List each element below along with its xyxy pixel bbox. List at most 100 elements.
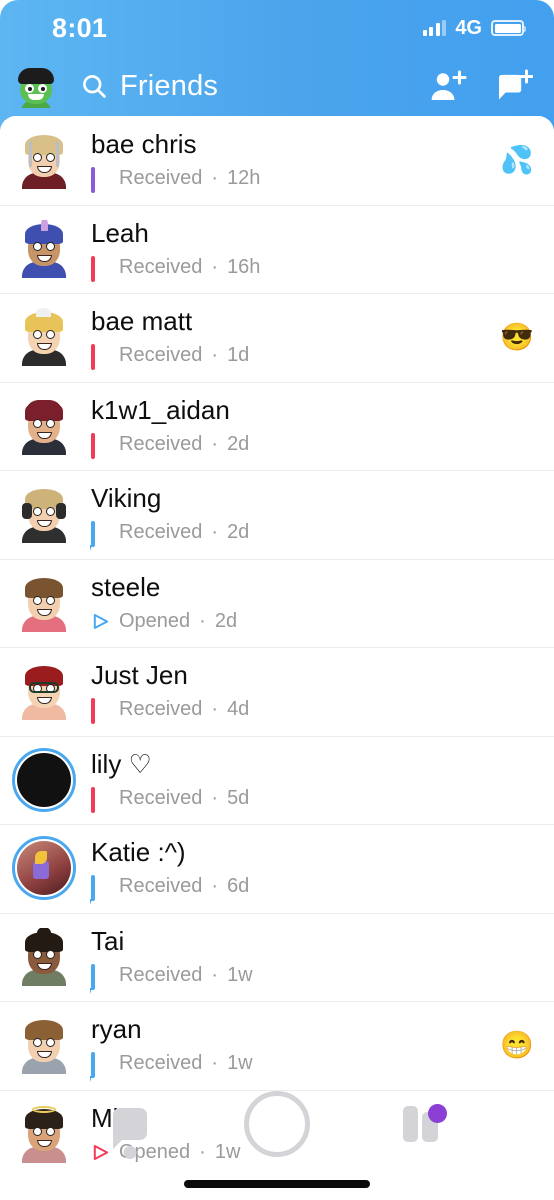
friend-avatar[interactable]: [10, 1100, 78, 1168]
square-outline-icon: [91, 255, 110, 282]
friend-row-text: k1w1_aidan Received · 2d: [91, 396, 534, 459]
home-indicator: [184, 1180, 370, 1188]
friend-status-label: Received: [119, 344, 203, 367]
status-separator: ·: [211, 521, 219, 544]
friend-row[interactable]: steele Opened · 2d: [0, 558, 554, 647]
bitmoji-face: [15, 485, 73, 544]
friend-status-label: Received: [119, 698, 203, 721]
header-actions: [428, 66, 534, 106]
cellular-bars-icon: [422, 20, 447, 36]
friend-status-label: Opened: [119, 609, 191, 632]
friend-status-label: Received: [119, 255, 203, 278]
friend-row[interactable]: Just Jen Received · 4d: [0, 647, 554, 736]
friend-row[interactable]: bae chris Received · 12h 💦: [0, 116, 554, 205]
friend-avatar[interactable]: [10, 303, 78, 371]
battery-full-icon: [491, 20, 526, 36]
snapchat-friends-screen: 8:01 4G Friends bae chris Received · 12h…: [0, 0, 554, 1200]
friend-avatar[interactable]: [10, 834, 78, 902]
sunglasses-face-emoji: 😎: [500, 321, 534, 352]
friend-row[interactable]: bae matt Received · 1d 😎: [0, 293, 554, 382]
square-outline-icon: [91, 432, 110, 459]
friend-avatar[interactable]: [10, 480, 78, 548]
friend-status-label: Received: [119, 786, 203, 809]
friend-status-line: Received · 1d: [91, 344, 490, 371]
friend-row[interactable]: Mike Opened · 1w: [0, 1089, 554, 1178]
status-separator: ·: [211, 167, 219, 190]
bitmoji-face: [15, 662, 73, 721]
friend-name: ryan: [91, 1015, 142, 1045]
status-separator: ·: [211, 875, 219, 898]
friend-status-line: Received · 4d: [91, 698, 534, 725]
friend-status-line: Received · 16h: [91, 255, 534, 282]
friend-status-line: Opened · 2d: [91, 610, 534, 633]
friend-name: steele: [91, 572, 161, 602]
friend-row-text: Tai Received · 1w: [91, 927, 534, 990]
app-header: Friends: [0, 56, 554, 116]
friend-avatar[interactable]: [10, 657, 78, 725]
sweat-droplets-emoji: 💦: [500, 144, 534, 175]
friend-row-text: Katie :^) Received · 6d: [91, 838, 534, 902]
friend-timestamp: 2d: [214, 609, 238, 632]
friend-row[interactable]: Viking Received · 2d: [0, 470, 554, 559]
friend-avatar[interactable]: [10, 746, 78, 814]
friend-status-line: Received · 2d: [91, 521, 534, 548]
friend-status-line: Received · 1w: [91, 963, 534, 990]
search-icon[interactable]: [80, 72, 108, 100]
bitmoji-face: [17, 841, 71, 896]
chat-bubble-outline-icon: [91, 963, 110, 990]
add-friend-icon[interactable]: [428, 66, 468, 106]
friend-timestamp: 2d: [227, 432, 250, 455]
status-separator: ·: [211, 432, 219, 455]
friend-timestamp: 1d: [227, 344, 250, 367]
square-outline-icon: [91, 786, 110, 813]
friend-name: lily ♡: [91, 749, 152, 779]
chat-bubble-outline-icon: [91, 875, 110, 902]
friends-list[interactable]: bae chris Received · 12h 💦 Leah Received · 16h ba…: [0, 116, 554, 1200]
friend-status-line: Received · 2d: [91, 432, 534, 459]
square-outline-icon: [91, 167, 110, 194]
friend-avatar[interactable]: [10, 923, 78, 991]
bitmoji-face: [15, 1105, 73, 1163]
bitmoji-face: [15, 397, 73, 455]
status-separator: ·: [211, 255, 219, 278]
friend-avatar[interactable]: [10, 126, 78, 194]
square-outline-icon: [91, 698, 110, 725]
friend-avatar[interactable]: [10, 569, 78, 637]
friend-name: Viking: [91, 484, 162, 514]
friend-row[interactable]: Leah Received · 16h: [0, 204, 554, 293]
friend-row-text: bae chris Received · 12h: [91, 130, 490, 194]
status-separator: ·: [199, 609, 206, 632]
friend-row[interactable]: lily ♡ Received · 5d: [0, 735, 554, 824]
new-chat-icon[interactable]: [494, 66, 534, 106]
friend-status-line: Opened · 1w: [91, 1141, 534, 1164]
friend-row-text: bae matt Received · 1d: [91, 307, 490, 371]
bitmoji-face: [15, 927, 73, 986]
friend-name: bae chris: [91, 130, 197, 160]
friend-name: Mike: [91, 1103, 146, 1133]
friend-row[interactable]: Tai Received · 1w: [0, 912, 554, 1001]
friend-row[interactable]: Katie :^) Received · 6d: [0, 824, 554, 913]
profile-bitmoji-avatar[interactable]: [14, 64, 58, 108]
status-separator: ·: [211, 786, 219, 809]
friend-timestamp: 1w: [227, 1052, 253, 1075]
status-bar-clock: 8:01: [52, 12, 108, 43]
status-bar-indicators: 4G: [422, 17, 526, 40]
friend-name: Leah: [91, 218, 149, 248]
arrow-outline-icon: [91, 1143, 110, 1162]
friend-avatar[interactable]: [10, 215, 78, 283]
friend-timestamp: 5d: [227, 786, 250, 809]
friend-status-label: Received: [119, 1052, 203, 1075]
friend-status-line: Received · 1w: [91, 1052, 490, 1079]
friend-row[interactable]: ryan Received · 1w 😁: [0, 1001, 554, 1090]
friend-avatar[interactable]: [10, 392, 78, 460]
friend-row-text: ryan Received · 1w: [91, 1015, 490, 1079]
friend-row-text: Viking Received · 2d: [91, 484, 534, 548]
friend-timestamp: 6d: [227, 875, 250, 898]
friend-avatar[interactable]: [10, 1011, 78, 1079]
status-separator: ·: [211, 963, 219, 986]
grinning-face-emoji: 😁: [500, 1029, 534, 1060]
friend-status-line: Received · 6d: [91, 875, 534, 902]
friend-row[interactable]: k1w1_aidan Received · 2d: [0, 381, 554, 470]
page-title: Friends: [120, 69, 219, 102]
friend-row-text: Just Jen Received · 4d: [91, 661, 534, 725]
